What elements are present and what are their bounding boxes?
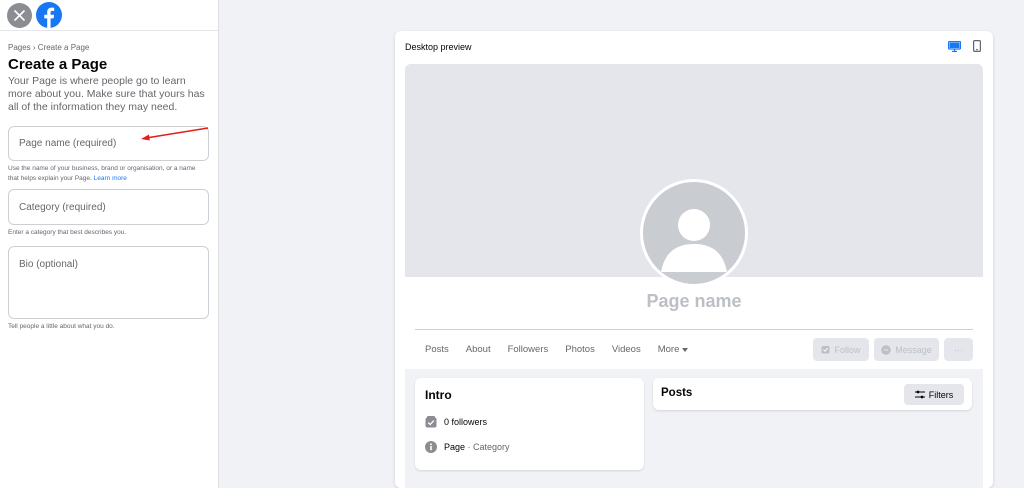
follow-icon (821, 346, 830, 354)
bio-help: Tell people a little about what you do. (8, 323, 115, 330)
filters-sliders-icon (914, 390, 925, 399)
device-toggle (948, 40, 981, 52)
mobile-phone-icon[interactable] (973, 40, 981, 52)
category-label: · Category (465, 442, 510, 452)
followers-check-icon (425, 416, 437, 428)
category-input[interactable]: Category (required) (8, 189, 209, 225)
caret-down-icon (682, 347, 689, 352)
message-button[interactable]: Message (874, 338, 939, 361)
posts-title: Posts (661, 387, 693, 399)
page-title: Create a Page (8, 56, 108, 73)
message-label: Message (895, 344, 932, 355)
default-avatar-icon (661, 209, 727, 272)
follow-button[interactable]: Follow (813, 338, 869, 361)
create-page-sidebar: Pages › Create a Page Create a Page Your… (0, 0, 219, 488)
category-help: Enter a category that best describes you… (8, 229, 127, 236)
more-options-button[interactable]: ··· (944, 338, 973, 361)
page-description: Your Page is where people go to learn mo… (8, 75, 205, 113)
tab-posts[interactable]: Posts (425, 344, 449, 355)
breadcrumb[interactable]: Pages › Create a Page (8, 43, 208, 53)
page-name-help: Use the name of your business, brand or … (8, 164, 208, 184)
close-icon (14, 9, 25, 21)
tab-followers[interactable]: Followers (508, 344, 549, 355)
bio-textarea[interactable]: Bio (optional) (8, 246, 209, 319)
category-placeholder: Category (required) (19, 201, 106, 213)
filters-button[interactable]: Filters (904, 384, 964, 405)
page-category-row: Page · Category (425, 441, 510, 453)
close-button[interactable] (7, 2, 32, 28)
followers-count: 0 followers (444, 417, 488, 427)
header-divider (415, 329, 973, 330)
tab-more[interactable]: More (658, 344, 689, 355)
page-tabs: Posts About Followers Photos Videos More (425, 344, 689, 355)
intro-card: Intro 0 followers Page · Category (415, 378, 644, 470)
filters-label: Filters (928, 389, 954, 400)
tab-videos[interactable]: Videos (612, 344, 641, 355)
desktop-preview-panel: Desktop preview Page name Posts About Fo… (395, 31, 993, 488)
annotation-arrow-icon (141, 127, 209, 141)
sidebar-topbar (0, 0, 218, 31)
posts-card: Posts Filters (653, 378, 972, 410)
learn-more-link[interactable]: Learn more (94, 175, 127, 182)
page-type-label: Page · Category (444, 442, 510, 452)
preview-title: Desktop preview (405, 42, 472, 52)
info-icon (425, 441, 437, 453)
tab-photos[interactable]: Photos (565, 344, 595, 355)
followers-row: 0 followers (425, 416, 487, 428)
desktop-monitor-icon[interactable] (948, 40, 961, 52)
bio-placeholder: Bio (optional) (19, 259, 78, 270)
follow-label: Follow (834, 344, 861, 355)
page-name-placeholder: Page name (required) (19, 138, 117, 149)
profile-avatar (640, 179, 748, 287)
tab-more-label: More (657, 344, 680, 355)
messenger-icon (881, 344, 892, 355)
more-options-icon: ··· (954, 344, 963, 355)
page-actions: Follow Message ··· (813, 338, 973, 361)
intro-title: Intro (425, 388, 452, 402)
tab-about[interactable]: About (466, 344, 491, 355)
page-label: Page (444, 442, 466, 452)
preview-page-name: Page name (646, 291, 742, 311)
page-profile-preview: Page name Posts About Followers Photos V… (405, 64, 983, 488)
facebook-logo-icon[interactable] (36, 2, 62, 28)
